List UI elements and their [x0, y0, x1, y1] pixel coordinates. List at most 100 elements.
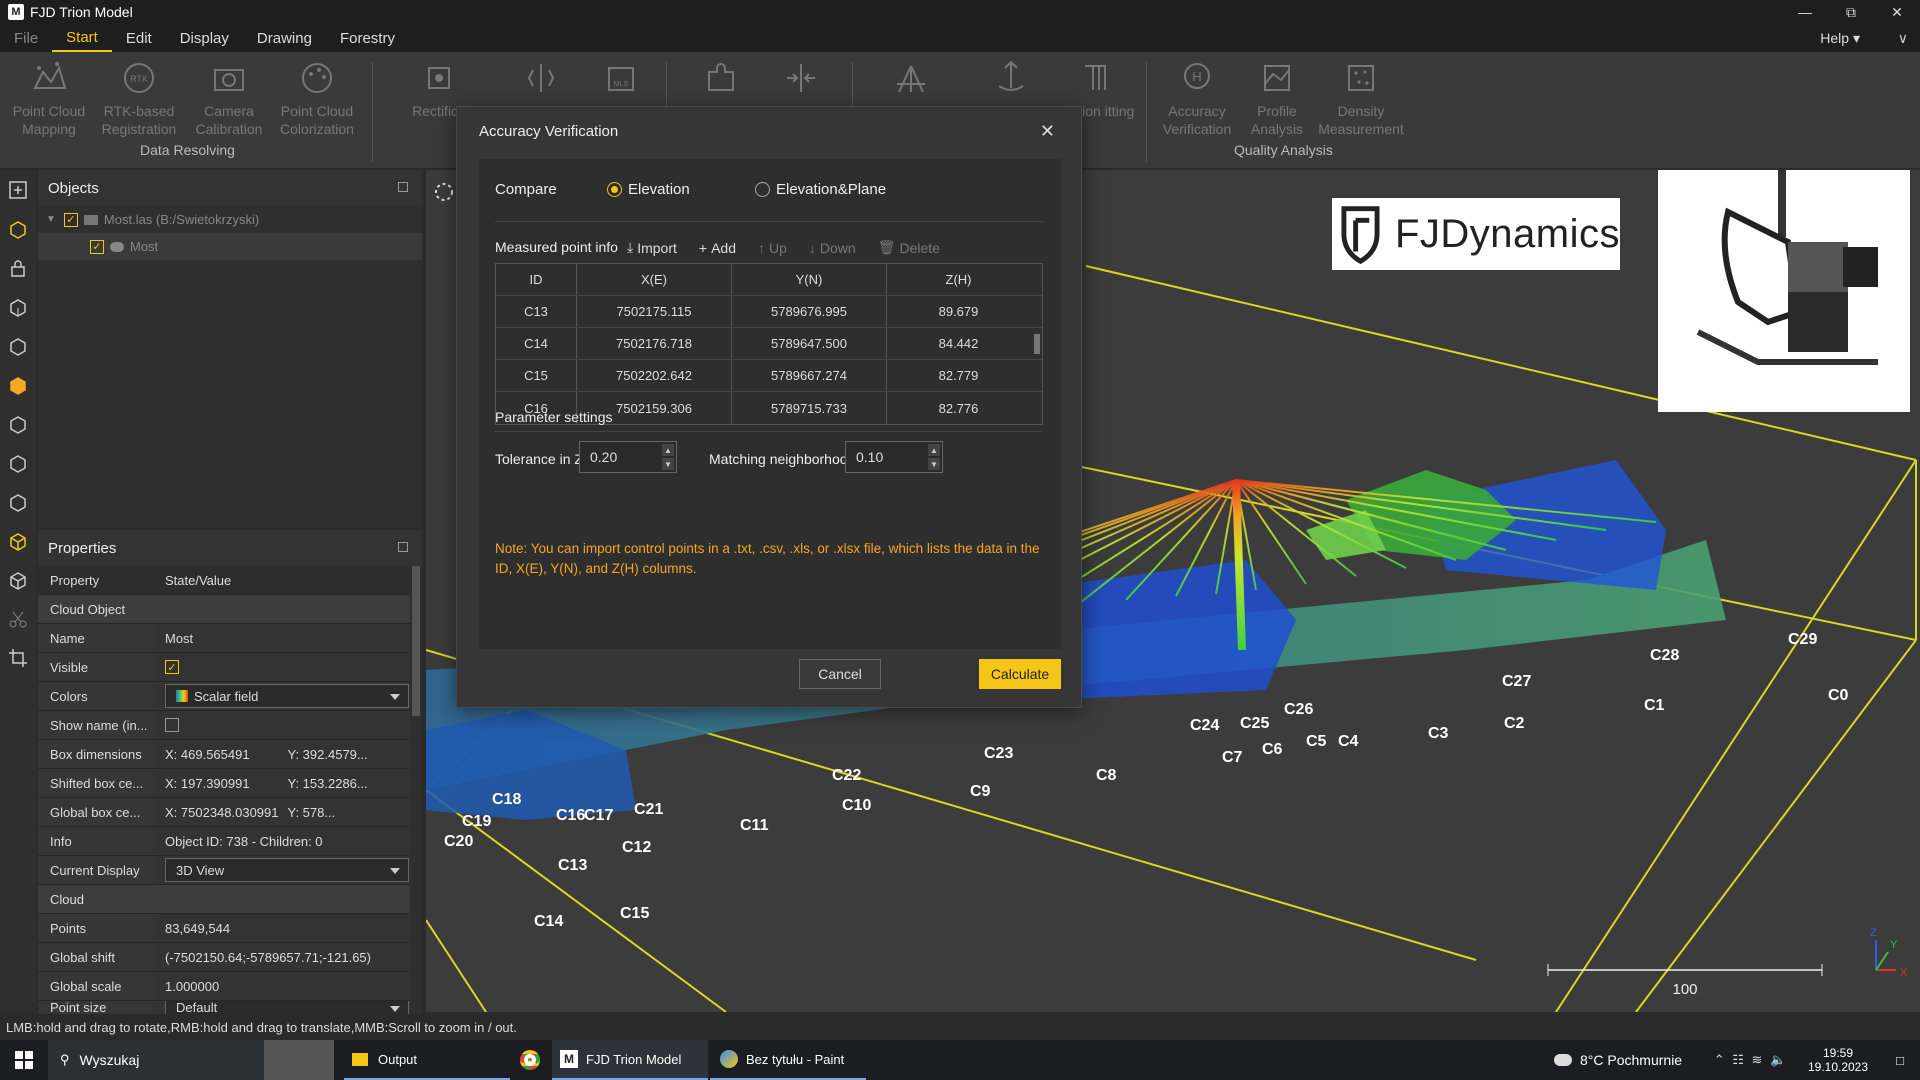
prop-visible-row: Visible ✓: [38, 653, 410, 682]
tree-checkbox[interactable]: ✓: [63, 212, 78, 227]
split-button[interactable]: [496, 58, 586, 102]
tool-scissors-icon[interactable]: [0, 599, 36, 638]
camera-calibration-button[interactable]: Camera Calibration: [184, 58, 274, 138]
taskbar-fjd-trion[interactable]: M FJD Trion Model: [552, 1040, 708, 1080]
taskbar-search[interactable]: ⚲ Wyszukaj: [48, 1040, 334, 1080]
calculate-button[interactable]: Calculate: [979, 659, 1061, 689]
table-scrollbar[interactable]: [1034, 334, 1040, 354]
restore-button[interactable]: ⧉: [1828, 0, 1874, 24]
ribbon-label: Density Measurement: [1318, 103, 1404, 137]
minimize-button[interactable]: —: [1782, 0, 1828, 24]
point-cloud-mapping-button[interactable]: Point Cloud Mapping: [4, 58, 94, 138]
cloud-weather-icon: [1554, 1054, 1572, 1066]
neighborhood-input[interactable]: 0.10 ▲ ▼: [845, 441, 943, 473]
menu-forestry[interactable]: Forestry: [326, 24, 409, 52]
cell-x: 7502176.718: [577, 328, 732, 359]
spin-up-icon[interactable]: ▲: [662, 444, 674, 456]
accuracy-verification-button[interactable]: H Accuracy Verification: [1152, 58, 1242, 138]
prop-value[interactable]: Most: [153, 624, 410, 652]
tool-view-top-icon[interactable]: [0, 365, 36, 404]
tree-item-file[interactable]: ▼ ✓ Most.las (B:/Swietokrzyski): [38, 206, 422, 233]
radio-elevation-plane-indicator[interactable]: [755, 182, 770, 197]
spin-down-icon[interactable]: ▼: [928, 458, 940, 470]
point-size-select[interactable]: Default: [165, 1001, 409, 1014]
divider: [495, 221, 1043, 222]
axis-y-label: Y: [1890, 939, 1898, 951]
expand-arrow-icon[interactable]: ▼: [46, 214, 56, 225]
wifi-icon[interactable]: ≋: [1752, 1052, 1763, 1068]
tray-chevron-icon[interactable]: ⌃: [1714, 1052, 1725, 1068]
point-cloud-colorization-button[interactable]: Point Cloud Colorization: [272, 58, 362, 138]
menu-drawing[interactable]: Drawing: [243, 24, 326, 52]
start-button[interactable]: [0, 1040, 48, 1080]
visible-checkbox[interactable]: ✓: [165, 660, 179, 674]
tool-view-right-icon[interactable]: [0, 443, 36, 482]
taskbar-chrome[interactable]: [510, 1040, 550, 1080]
tool-view-back-icon[interactable]: [0, 326, 36, 365]
tool-iso2-icon[interactable]: [0, 560, 36, 599]
spin-down-icon[interactable]: ▼: [662, 458, 674, 470]
down-button[interactable]: ↓ Down: [809, 239, 856, 256]
panel-float-icon[interactable]: [398, 542, 408, 552]
menu-start[interactable]: Start: [52, 24, 112, 52]
properties-scrollbar[interactable]: [412, 566, 420, 716]
profile-analysis-button[interactable]: Profile Analysis: [1232, 58, 1322, 138]
radio-elevation[interactable]: Elevation: [607, 181, 690, 198]
merge-button[interactable]: [756, 58, 846, 102]
spin-up-icon[interactable]: ▲: [928, 444, 940, 456]
clock[interactable]: 19:59 19.10.2023: [1800, 1040, 1876, 1080]
prop-value: (-7502150.64;-5789657.71;-121.65): [153, 943, 410, 971]
collapse-ribbon-icon[interactable]: ∨: [1898, 30, 1908, 47]
import-button[interactable]: ⤓ Import: [627, 239, 677, 256]
table-row[interactable]: C14 7502176.718 5789647.500 84.442: [496, 328, 1042, 360]
tool-lock-icon[interactable]: [0, 248, 36, 287]
up-button[interactable]: ↑ Up: [758, 239, 787, 256]
colors-select[interactable]: Scalar field: [165, 684, 409, 708]
tool-view-left-icon[interactable]: [0, 404, 36, 443]
menu-edit[interactable]: Edit: [112, 24, 166, 52]
network-icon[interactable]: ☷: [1732, 1052, 1744, 1068]
tool-cube-icon[interactable]: [0, 209, 36, 248]
table-row[interactable]: C13 7502175.115 5789676.995 89.679: [496, 296, 1042, 328]
delete-button[interactable]: 🗑 Delete: [878, 239, 940, 256]
ribbon-label: Point Cloud Mapping: [12, 103, 86, 137]
tool-view-front-icon[interactable]: [0, 287, 36, 326]
tool-iso1-icon[interactable]: [0, 521, 36, 560]
cancel-button[interactable]: Cancel: [799, 659, 881, 689]
tolerance-label: Tolerance in Z: [495, 451, 583, 467]
taskbar-output[interactable]: Output: [344, 1040, 510, 1080]
density-measurement-button[interactable]: Density Measurement: [1316, 58, 1406, 138]
cell-z: 89.679: [938, 304, 979, 319]
dialog-close-button[interactable]: ✕: [1040, 121, 1055, 142]
show-name-checkbox[interactable]: [165, 718, 179, 732]
close-window-button[interactable]: ✕: [1874, 0, 1920, 24]
merge-icon: [787, 64, 815, 92]
title-bar: M FJD Trion Model — ⧉ ✕: [0, 0, 1920, 24]
rtk-registration-button[interactable]: RTK RTK-based Registration: [94, 58, 184, 138]
current-display-select[interactable]: 3D View: [165, 858, 409, 882]
tool-view-bottom-icon[interactable]: [0, 482, 36, 521]
puzzle-button[interactable]: [676, 58, 766, 102]
mls-button[interactable]: MLS: [576, 58, 666, 102]
tool-crop-icon[interactable]: [0, 638, 36, 677]
notifications-icon[interactable]: □: [1880, 1040, 1920, 1080]
move-button[interactable]: [966, 58, 1056, 102]
weather-widget[interactable]: 8°C Pochmurnie: [1550, 1040, 1700, 1080]
tripod-button[interactable]: [866, 58, 956, 102]
panel-float-icon[interactable]: [398, 182, 408, 192]
menu-display[interactable]: Display: [166, 24, 243, 52]
table-row[interactable]: C15 7502202.642 5789667.274 82.779: [496, 360, 1042, 392]
tolerance-input[interactable]: 0.20 ▲ ▼: [579, 441, 677, 473]
tool-select-icon[interactable]: [0, 170, 36, 209]
tree-item-cloud[interactable]: ✓ Most: [38, 233, 422, 260]
add-button[interactable]: + Add: [699, 239, 736, 256]
radio-elevation-plane[interactable]: Elevation&Plane: [755, 181, 886, 198]
menu-file[interactable]: File: [0, 24, 52, 52]
volume-icon[interactable]: 🔈: [1770, 1052, 1786, 1068]
radio-elevation-indicator[interactable]: [607, 182, 622, 197]
ribbon-label: Camera Calibration: [195, 103, 263, 137]
taskbar-paint[interactable]: Bez tytułu - Paint: [710, 1040, 866, 1080]
up-label: Up: [769, 239, 787, 256]
help-menu[interactable]: Help ▾: [1820, 30, 1860, 47]
tree-checkbox[interactable]: ✓: [90, 239, 104, 254]
